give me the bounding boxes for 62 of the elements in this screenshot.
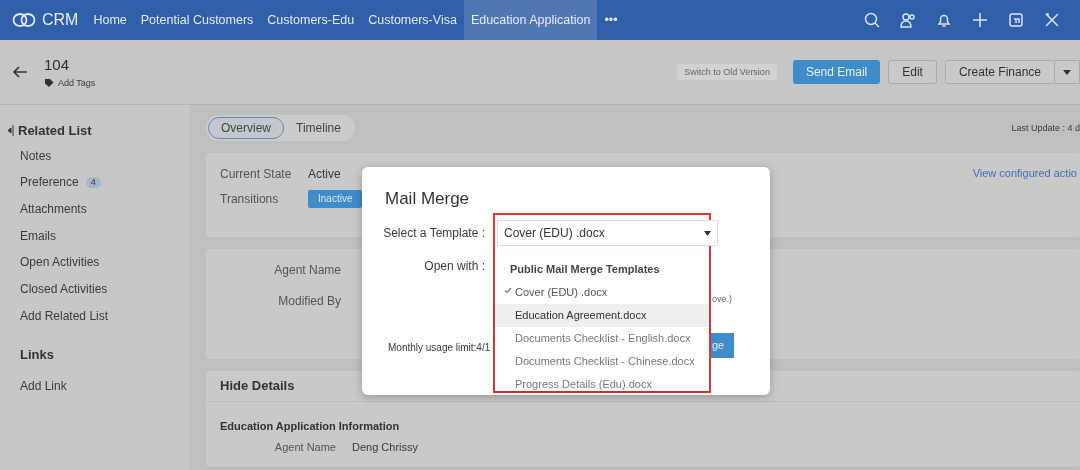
field-label: Agent Name [273,441,336,455]
sidebar-item[interactable]: Emails [8,222,56,250]
bell-icon[interactable] [936,12,952,28]
merge-button[interactable]: ge [711,333,734,358]
plus-icon[interactable] [972,12,988,28]
nav-tab[interactable]: Customers-Edu [260,0,362,40]
dialog-title: Mail Merge [385,189,470,210]
tools-icon[interactable] [1044,12,1060,28]
caret-icon [704,230,711,236]
dropdown-option[interactable]: Documents Checklist - Chinese.docx [495,350,709,373]
field-label: Agent Name [273,263,341,280]
add-tags-link[interactable]: Add Tags [58,77,96,89]
calendar-icon[interactable] [1008,12,1024,28]
usage-text: Monthly usage limit:4/1 [388,342,491,354]
logo-text: CRM [42,10,79,30]
dropdown-toggle-button[interactable] [1055,59,1080,85]
search-icon[interactable] [864,12,880,28]
sidebar-item[interactable]: Attachments [8,195,87,223]
field-value: Active [308,167,341,182]
dropdown-option[interactable]: Education Agreement.docx [495,304,709,327]
section-title: Education Application Information [219,419,401,434]
section-heading: Links [19,346,55,365]
field-label: Modified By [277,294,341,311]
create-button[interactable]: Create Finance [944,59,1055,85]
count-badge: 4 [85,177,101,188]
check-icon [504,287,512,294]
nav-tab[interactable]: Home [86,0,134,40]
section-heading: Related List [18,123,92,139]
field-label: Open with : [424,259,485,274]
add-link[interactable]: Add Link [8,373,67,400]
last-update-text: Last Update : 4 d [1011,122,1080,134]
note-text: ove.) [712,294,732,305]
field-label: Select a Template : [383,226,485,241]
sidebar-item[interactable]: Notes [8,142,52,170]
caret-icon [1063,69,1071,76]
nav-tab[interactable]: Customers-Visa [361,0,464,40]
field-label: Transitions [220,191,280,206]
collapse-icon[interactable] [8,125,14,137]
sidebar-item[interactable]: Closed Activities [8,276,108,303]
dropdown-option[interactable]: Documents Checklist - English.docx [495,327,709,350]
view-tab[interactable]: Timeline [284,117,353,140]
sidebar-item[interactable]: Preference [20,175,79,190]
edit-button[interactable]: Edit [888,59,937,85]
switch-version-button[interactable]: Switch to Old Version [677,63,777,81]
sidebar-item[interactable]: Open Activities [8,249,100,277]
field-value: Deng Chrissy [352,441,419,455]
nav-tab[interactable]: Education Application [463,0,598,40]
logo-icon [12,11,36,29]
tag-icon [44,78,54,88]
nav-tab[interactable]: Potential Customers [133,0,261,40]
option-group-label: Public Mail Merge Templates [509,261,661,277]
field-label: Current State [220,167,293,182]
more-button[interactable]: ••• [597,0,625,40]
send-email-button[interactable]: Send Email [792,59,881,85]
dropdown-option[interactable]: Cover (EDU) .docx [495,281,709,304]
template-select[interactable]: Cover (EDU) .docx [497,220,718,246]
dropdown-option[interactable]: Progress Details (Edu).docx [495,373,709,396]
people-icon[interactable] [900,12,916,28]
view-tab[interactable]: Overview [208,117,284,140]
back-arrow-icon[interactable] [12,65,28,79]
record-title: 104 [44,55,71,74]
add-related-list-link[interactable]: Add Related List [8,302,109,330]
